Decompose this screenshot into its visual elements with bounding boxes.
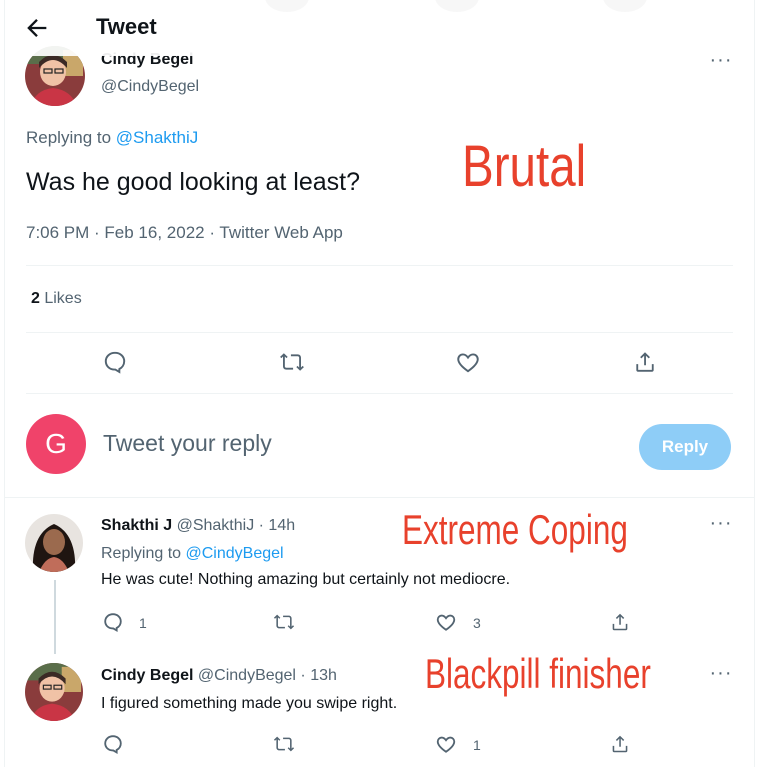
likes-label: Likes — [39, 290, 82, 307]
replying-to: Replying to @ShakthiJ — [26, 128, 198, 148]
caption-brutal: Brutal — [462, 134, 587, 199]
likes-count: 2 — [31, 290, 40, 307]
tweet-meta[interactable]: 7:06 PM · Feb 16, 2022 · Twitter Web App — [26, 223, 343, 243]
reply-icon[interactable] — [102, 611, 124, 638]
retweet-icon[interactable] — [272, 733, 296, 760]
like-count: 1 — [473, 737, 481, 753]
more-icon[interactable]: ··· — [708, 513, 734, 536]
faded-header-shape — [603, 0, 647, 12]
reply-count: 1 — [139, 615, 147, 631]
reply-button[interactable]: Reply — [639, 424, 731, 470]
divider — [26, 265, 733, 266]
tweet-page: Tweet Cindy Begel @CindyBegel ··· Replyi… — [4, 0, 755, 767]
back-arrow-icon[interactable] — [23, 14, 51, 42]
more-icon[interactable]: ··· — [708, 50, 734, 73]
replying-handle-link[interactable]: @CindyBegel — [186, 545, 284, 562]
avatar[interactable] — [25, 663, 83, 721]
reply-author: Cindy Begel @CindyBegel · 13h — [101, 667, 337, 685]
like-icon[interactable] — [435, 611, 457, 638]
more-icon[interactable]: ··· — [708, 663, 734, 686]
reply-icon[interactable] — [102, 733, 124, 760]
divider — [26, 393, 733, 394]
like-count: 3 — [473, 615, 481, 631]
user-avatar[interactable]: G — [26, 414, 86, 474]
faded-header-shape — [265, 0, 309, 12]
page-title: Tweet — [96, 14, 157, 39]
divider — [26, 332, 733, 333]
faded-header-shape — [435, 0, 479, 12]
caption-blackpill-finisher: Blackpill finisher — [425, 650, 651, 697]
like-icon[interactable] — [435, 733, 457, 760]
divider — [5, 497, 754, 498]
likes-stat[interactable]: 2 Likes — [31, 290, 82, 308]
reply-author-name[interactable]: Shakthi J — [101, 517, 172, 534]
author-handle[interactable]: @CindyBegel — [101, 78, 199, 96]
replying-handle-link[interactable]: @ShakthiJ — [116, 128, 198, 147]
reply-text: I figured something made you swipe right… — [101, 695, 398, 712]
caption-extreme-coping: Extreme Coping — [402, 506, 628, 553]
replying-label: Replying to — [26, 128, 116, 147]
reply-handle-time[interactable]: @ShakthiJ · 14h — [172, 517, 296, 534]
like-icon[interactable] — [455, 349, 481, 380]
avatar[interactable] — [25, 514, 83, 572]
retweet-icon[interactable] — [272, 611, 296, 638]
reply-icon[interactable] — [102, 349, 128, 380]
share-icon[interactable] — [632, 348, 658, 381]
replying-label: Replying to — [101, 545, 186, 562]
reply-author-name[interactable]: Cindy Begel — [101, 667, 193, 684]
share-icon[interactable] — [609, 610, 631, 639]
retweet-icon[interactable] — [278, 349, 306, 380]
header-bar: Tweet — [5, 0, 754, 56]
thread-connector — [54, 580, 56, 654]
reply-handle-time[interactable]: @CindyBegel · 13h — [193, 667, 337, 684]
reply-input[interactable] — [103, 430, 523, 457]
reply-author: Shakthi J @ShakthiJ · 14h — [101, 517, 295, 535]
reply-text: He was cute! Nothing amazing but certain… — [101, 571, 511, 588]
tweet-text: Was he good looking at least? — [26, 168, 361, 196]
replying-to: Replying to @CindyBegel — [101, 545, 284, 563]
share-icon[interactable] — [609, 732, 631, 761]
